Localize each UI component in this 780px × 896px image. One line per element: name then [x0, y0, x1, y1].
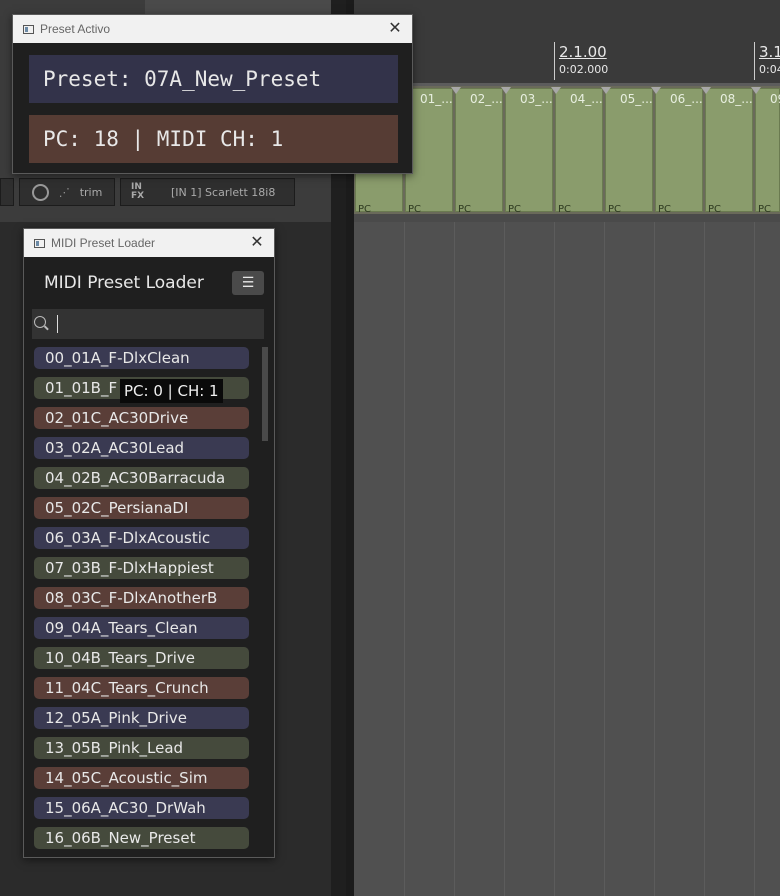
grid-line [704, 222, 705, 896]
window-icon [23, 24, 34, 34]
midi-item[interactable]: 02_... PC [451, 87, 503, 215]
grid-line [404, 222, 405, 896]
item-marker-icon [501, 87, 511, 94]
preset-activo-window: Preset Activo ✕ Preset: 07A_New_Preset P… [12, 14, 413, 174]
window-title: MIDI Preset Loader [51, 236, 156, 250]
phase-icon [31, 183, 49, 201]
item-label: 06_... [670, 92, 703, 106]
ruler-time: 0:02.000 [559, 63, 609, 76]
trim-envelope-control[interactable]: ⋰ trim [19, 178, 115, 206]
active-pc-display: PC: 18 | MIDI CH: 1 [29, 115, 398, 163]
window-icon [34, 238, 45, 248]
item-label: 09 [770, 92, 780, 106]
item-marker-icon [551, 87, 561, 94]
preset-list-item[interactable]: 14_05C_Acoustic_Sim [34, 767, 249, 789]
track-separator [354, 214, 780, 222]
item-label: 05_... [620, 92, 653, 106]
ruler-measure: 2.1.00 [559, 43, 607, 61]
item-label: 03_... [520, 92, 553, 106]
midi-item[interactable]: 08_... PC [701, 87, 753, 215]
grid-line [504, 222, 505, 896]
preset-list-item[interactable]: 07_03B_F-DlxHappiest [34, 557, 249, 579]
grid-line [554, 222, 555, 896]
preset-list-item[interactable]: 06_03A_F-DlxAcoustic [34, 527, 249, 549]
preset-list-item[interactable]: 03_02A_AC30Lead [34, 437, 249, 459]
preset-list-item[interactable]: 11_04C_Tears_Crunch [34, 677, 249, 699]
midi-item[interactable]: 05_... PC [601, 87, 653, 215]
scrollbar[interactable] [262, 347, 268, 847]
hamburger-icon: ☰ [241, 275, 255, 291]
item-label: 02_... [470, 92, 503, 106]
midi-item[interactable]: 09 PC [751, 87, 780, 215]
item-marker-icon [651, 87, 661, 94]
trim-label: trim [79, 185, 103, 199]
preset-list-item[interactable]: 02_01C_AC30Drive [34, 407, 249, 429]
item-label: 08_... [720, 92, 753, 106]
grid-line [454, 222, 455, 896]
search-field[interactable] [32, 309, 264, 339]
loader-header: MIDI Preset Loader [44, 273, 204, 293]
item-marker-icon [451, 87, 461, 94]
grid-line [654, 222, 655, 896]
preset-list-item[interactable]: 13_05B_Pink_Lead [34, 737, 249, 759]
grid-line [754, 222, 755, 896]
item-marker-icon [601, 87, 611, 94]
ruler-marker: 2.1.00 0:02.000 [554, 42, 608, 80]
preset-list-item[interactable]: 16_06B_New_Preset [34, 827, 249, 849]
window-titlebar[interactable]: Preset Activo ✕ [13, 15, 412, 43]
window-titlebar[interactable]: MIDI Preset Loader ✕ [24, 229, 274, 257]
preset-list-item[interactable]: 09_04A_Tears_Clean [34, 617, 249, 639]
item-marker-icon [751, 87, 761, 94]
search-icon [34, 316, 46, 328]
item-label: 04_... [570, 92, 603, 106]
preset-list-item[interactable]: 10_04B_Tears_Drive [34, 647, 249, 669]
menu-button[interactable]: ☰ [232, 271, 264, 295]
text-caret [57, 315, 58, 333]
midi-preset-loader-window: MIDI Preset Loader ✕ MIDI Preset Loader … [23, 228, 275, 858]
scrollbar-thumb[interactable] [262, 347, 268, 441]
midi-item[interactable]: 06_... PC [651, 87, 703, 215]
active-pc-text: PC: 18 | MIDI CH: 1 [43, 127, 284, 151]
preset-list-item[interactable]: 12_05A_Pink_Drive [34, 707, 249, 729]
active-preset-text: Preset: 07A_New_Preset [43, 67, 322, 91]
grid-line [604, 222, 605, 896]
midi-item[interactable]: 03_... PC [501, 87, 553, 215]
input-select-button[interactable]: IN FX [IN 1] Scarlett 18i8 [120, 178, 295, 206]
item-label: 01_... [420, 92, 453, 106]
active-preset-display: Preset: 07A_New_Preset [29, 55, 398, 103]
midi-item[interactable]: 04_... PC [551, 87, 603, 215]
close-icon[interactable]: ✕ [248, 233, 266, 251]
preset-list-item[interactable]: 08_03C_F-DlxAnotherB [34, 587, 249, 609]
close-icon[interactable]: ✕ [386, 19, 404, 37]
ruler-measure: 3.1 [759, 43, 780, 61]
toolbar-strip [145, 0, 346, 14]
envelope-icon: ⋰ [58, 185, 70, 199]
preset-tooltip: PC: 0 | CH: 1 [120, 379, 223, 403]
preset-list-item[interactable]: 04_02B_AC30Barracuda [34, 467, 249, 489]
preset-list-item[interactable]: 05_02C_PersianaDI [34, 497, 249, 519]
window-title: Preset Activo [40, 22, 111, 36]
preset-list-item[interactable]: 15_06A_AC30_DrWah [34, 797, 249, 819]
input-label: [IN 1] Scarlett 18i8 [171, 185, 276, 199]
ruler-marker: 3.1 0:04 [754, 42, 780, 80]
track-button[interactable] [0, 178, 14, 206]
item-marker-icon [701, 87, 711, 94]
ruler-time: 0:04 [759, 63, 780, 76]
in-fx-button[interactable]: IN FX [131, 183, 149, 201]
preset-list-item[interactable]: 00_01A_F-DlxClean [34, 347, 249, 369]
